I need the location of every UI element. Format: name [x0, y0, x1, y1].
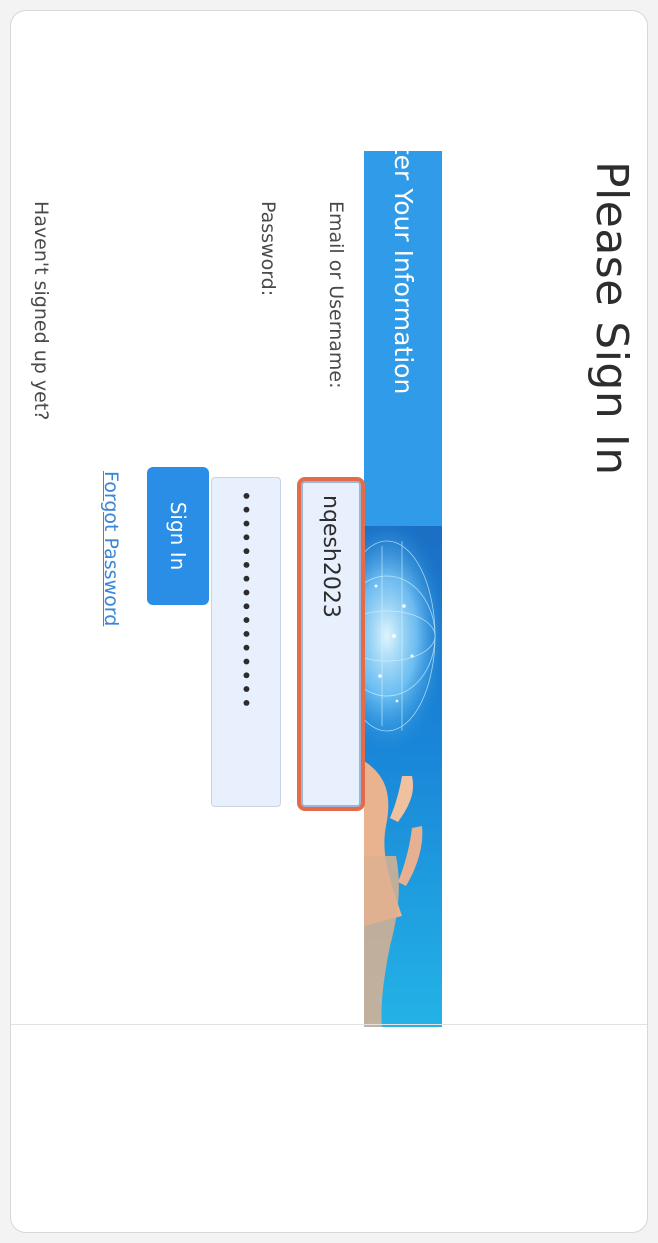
- rotated-page: Please Sign In nter Your Information Ema…: [0, 0, 658, 1243]
- globe-hand-image: [364, 526, 442, 1027]
- email-field[interactable]: [301, 481, 361, 807]
- password-field[interactable]: [211, 477, 281, 807]
- banner-title: nter Your Information: [364, 151, 442, 526]
- page-title: Please Sign In: [586, 161, 637, 476]
- login-card: Please Sign In nter Your Information Ema…: [10, 10, 648, 1233]
- email-label: Email or Username:: [325, 201, 347, 389]
- password-label: Password:: [257, 201, 279, 297]
- card-divider: [10, 1024, 647, 1025]
- forgot-password-link[interactable]: Forgot Password: [100, 471, 122, 626]
- signup-prompt: Haven't signed up yet?: [30, 201, 52, 421]
- info-banner: nter Your Information: [364, 151, 442, 1027]
- sign-in-button[interactable]: Sign In: [147, 467, 209, 605]
